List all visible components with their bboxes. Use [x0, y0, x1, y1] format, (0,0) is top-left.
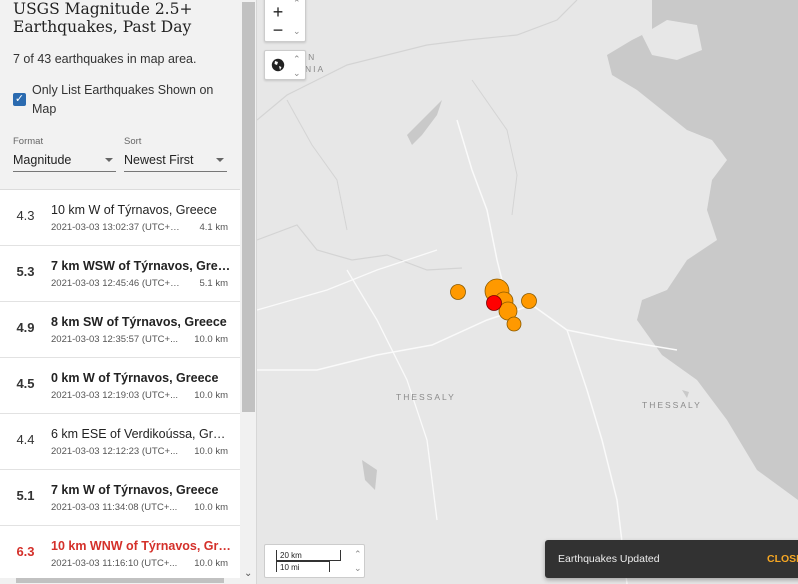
- scroll-down-arrow-icon[interactable]: ⌄: [244, 569, 252, 579]
- location: 7 km W of Týrnavos, Greece: [51, 483, 219, 497]
- magnitude: 4.5: [16, 376, 35, 391]
- depth: 4.1 km: [199, 222, 228, 233]
- sort-select[interactable]: Newest First: [124, 151, 227, 172]
- scale-km: 20 km: [276, 550, 341, 561]
- earthquake-count: 7 of 43 earthquakes in map area.: [13, 52, 197, 66]
- magnitude: 4.9: [16, 320, 35, 335]
- depth: 5.1 km: [199, 278, 228, 289]
- zoom-control: + − ⌃ ⌄: [264, 0, 306, 42]
- timestamp: 2021-03-03 11:34:08 (UTC+...: [51, 502, 178, 513]
- earthquake-list: 4.3 10 km W of Týrnavos, Greece 2021-03-…: [0, 190, 240, 582]
- magnitude: 4.3: [16, 208, 35, 223]
- chevron-up-icon: ⌃: [293, 0, 301, 8]
- zoom-in-button[interactable]: +: [266, 3, 290, 21]
- format-select[interactable]: Magnitude: [13, 151, 116, 172]
- scale-mi: 10 mi: [276, 561, 330, 572]
- list-item[interactable]: 4.5 0 km W of Týrnavos, Greece 2021-03-0…: [0, 358, 240, 414]
- chevron-down-icon: ⌄: [293, 68, 301, 78]
- format-caption: Format: [13, 136, 44, 147]
- list-scrollbar[interactable]: ⌄: [240, 0, 256, 584]
- scrollbar-thumb[interactable]: [242, 2, 255, 412]
- depth: 10.0 km: [194, 558, 228, 569]
- scale-bar: 20 km 10 mi ⌃ ⌄: [264, 544, 365, 578]
- list-item[interactable]: 5.1 7 km W of Týrnavos, Greece 2021-03-0…: [0, 470, 240, 526]
- list-item[interactable]: 4.4 6 km ESE of Verdikoússa, Greece 2021…: [0, 414, 240, 470]
- timestamp: 2021-03-03 12:45:46 (UTC+0...: [51, 278, 183, 289]
- latest-earthquake-marker[interactable]: [486, 295, 502, 311]
- location: 8 km SW of Týrnavos, Greece: [51, 315, 227, 329]
- earthquake-marker[interactable]: [450, 284, 466, 300]
- chevron-up-icon: ⌃: [354, 549, 362, 559]
- map-view[interactable]: RN NIA M THESSALY THESSALY + − ⌃ ⌄ ⌃ ⌄: [257, 0, 798, 584]
- depth: 10.0 km: [194, 446, 228, 457]
- toast-close-button[interactable]: CLOSE: [767, 553, 798, 565]
- chevron-down-icon: [216, 158, 224, 162]
- depth: 10.0 km: [194, 390, 228, 401]
- earthquake-list-panel: USGS Magnitude 2.5+ Earthquakes, Past Da…: [0, 0, 257, 584]
- timestamp: 2021-03-03 12:35:57 (UTC+...: [51, 334, 179, 345]
- depth: 10.0 km: [194, 502, 228, 513]
- magnitude: 5.3: [16, 264, 35, 279]
- list-item[interactable]: 6.3 10 km WNW of Týrnavos, Greece 2021-0…: [0, 526, 240, 582]
- only-list-shown-label[interactable]: Only List Earthquakes Shown on Map: [32, 81, 232, 119]
- sort-select-value: Newest First: [124, 153, 194, 167]
- depth: 10.0 km: [194, 334, 228, 345]
- earthquake-marker[interactable]: [506, 316, 522, 332]
- earthquake-marker[interactable]: [521, 293, 537, 309]
- timestamp: 2021-03-03 11:16:10 (UTC+...: [51, 558, 178, 569]
- zoom-out-button[interactable]: −: [266, 21, 290, 39]
- timestamp: 2021-03-03 13:02:37 (UTC+0...: [51, 222, 183, 233]
- location: 7 km WSW of Týrnavos, Greece: [51, 259, 231, 273]
- chevron-down-icon: ⌄: [354, 563, 362, 573]
- earthquake-markers: [450, 278, 537, 332]
- list-item[interactable]: 5.3 7 km WSW of Týrnavos, Greece 2021-03…: [0, 246, 240, 302]
- location: 10 km W of Týrnavos, Greece: [51, 203, 217, 217]
- chevron-down-icon: ⌄: [293, 26, 301, 36]
- magnitude: 5.1: [16, 488, 35, 503]
- horizontal-scrollbar[interactable]: [0, 578, 240, 584]
- magnitude: 4.4: [16, 432, 35, 447]
- list-header: USGS Magnitude 2.5+ Earthquakes, Past Da…: [0, 0, 240, 190]
- chevron-down-icon: [105, 158, 113, 162]
- location: 10 km WNW of Týrnavos, Greece: [51, 539, 231, 553]
- list-item[interactable]: 4.9 8 km SW of Týrnavos, Greece 2021-03-…: [0, 302, 240, 358]
- chevron-up-icon: ⌃: [293, 54, 301, 64]
- toast-message: Earthquakes Updated: [558, 553, 660, 565]
- magnitude: 6.3: [16, 544, 35, 559]
- page-title: USGS Magnitude 2.5+ Earthquakes, Past Da…: [13, 0, 193, 36]
- location: 6 km ESE of Verdikoússa, Greece: [51, 427, 231, 441]
- only-list-shown-checkbox[interactable]: ✓: [13, 93, 26, 106]
- timestamp: 2021-03-03 12:12:23 (UTC+...: [51, 446, 179, 457]
- globe-icon[interactable]: [271, 58, 285, 72]
- list-item[interactable]: 4.3 10 km W of Týrnavos, Greece 2021-03-…: [0, 190, 240, 246]
- layers-control: ⌃ ⌄: [264, 50, 306, 80]
- sort-caption: Sort: [124, 136, 142, 147]
- timestamp: 2021-03-03 12:19:03 (UTC+...: [51, 390, 179, 401]
- location: 0 km W of Týrnavos, Greece: [51, 371, 219, 385]
- scrollbar-thumb[interactable]: [16, 578, 224, 583]
- format-select-value: Magnitude: [13, 153, 72, 167]
- update-toast: Earthquakes Updated CLOSE: [545, 540, 798, 578]
